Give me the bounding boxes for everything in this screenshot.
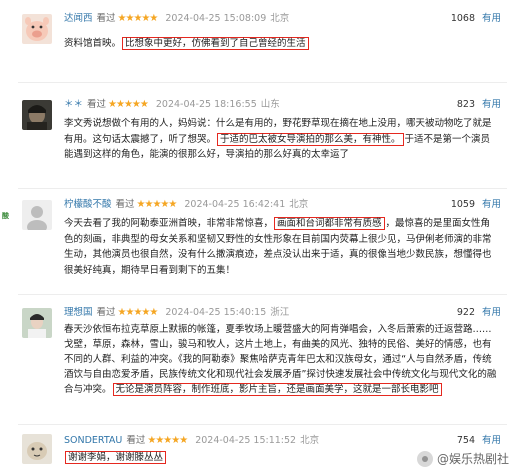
vote-count: 754 bbox=[456, 435, 475, 446]
username-link[interactable]: 达闻西 bbox=[64, 13, 93, 24]
star-rating: ★★★★★ bbox=[147, 435, 188, 446]
username-link[interactable]: 柠檬酸不酸 bbox=[64, 199, 112, 210]
review-item: 达闻西 看过 ★★★★★ 2024-04-25 15:08:09 北京 1068 有用 … bbox=[0, 10, 517, 70]
review-location: 北京 bbox=[300, 435, 320, 446]
avatar[interactable] bbox=[22, 434, 52, 464]
review-location: 北京 bbox=[289, 199, 309, 210]
useful-button[interactable]: 有用 bbox=[482, 98, 501, 112]
review-date: 2024-04-25 18:16:55 bbox=[155, 99, 257, 110]
review-meta: 理想国 看过 ★★★★★ 2024-04-25 15:40:15 浙江 bbox=[64, 306, 289, 320]
review-meta: ＊＊ 看过 ★★★★★ 2024-04-25 18:16:55 山东 bbox=[64, 98, 280, 112]
star-rating: ★★★★★ bbox=[117, 13, 159, 24]
review-date: 2024-04-25 16:42:41 bbox=[184, 199, 286, 210]
vote-count: 823 bbox=[456, 99, 475, 110]
review-item: ＊＊ 看过 ★★★★★ 2024-04-25 18:16:55 山东 823 有用 李文… bbox=[0, 96, 517, 188]
avatar[interactable] bbox=[22, 308, 52, 338]
review-item: 柠檬酸不酸 看过 ★★★★★ 2024-04-25 16:42:41 北京 1059 有… bbox=[0, 196, 517, 292]
divider bbox=[18, 424, 507, 425]
useful-button[interactable]: 有用 bbox=[482, 306, 501, 320]
highlighted-quote: 比想象中更好，仿佛看到了自己曾经的生活 bbox=[122, 37, 309, 50]
watermark: @娱乐热剧社 bbox=[416, 450, 509, 467]
highlighted-quote: 画面和台词都非常有质感 bbox=[274, 217, 385, 230]
star-rating: ★★★★★ bbox=[108, 99, 149, 110]
username-link[interactable]: SONDERTAU bbox=[64, 435, 122, 446]
star-rating: ★★★★★ bbox=[117, 307, 159, 318]
review-date: 2024-04-25 15:40:15 bbox=[165, 307, 267, 318]
review-location: 北京 bbox=[270, 13, 290, 24]
useful-button[interactable]: 有用 bbox=[482, 12, 501, 26]
vote-count: 1059 bbox=[450, 199, 475, 210]
username-link[interactable]: ＊＊ bbox=[64, 99, 83, 110]
divider bbox=[18, 294, 507, 295]
watched-label: 看过 bbox=[126, 435, 146, 446]
watermark-logo-icon bbox=[416, 450, 433, 467]
avatar[interactable] bbox=[22, 200, 52, 230]
username-link[interactable]: 理想国 bbox=[64, 307, 93, 318]
review-text: 李文秀说想做个有用的人，妈妈说：什么是有用的，野花野草现在摘在地上没用，哪天被动… bbox=[64, 116, 498, 163]
review-date: 2024-04-25 15:11:52 bbox=[195, 435, 297, 446]
watched-label: 看过 bbox=[96, 307, 116, 318]
watched-label: 看过 bbox=[115, 199, 135, 210]
review-meta: 柠檬酸不酸 看过 ★★★★★ 2024-04-25 16:42:41 北京 bbox=[64, 198, 308, 212]
side-label: 酸 bbox=[2, 212, 9, 220]
divider bbox=[18, 188, 507, 189]
avatar[interactable] bbox=[22, 14, 52, 44]
review-text-before: 资料馆首映。 bbox=[64, 38, 122, 49]
highlighted-quote: 谢谢李娟，谢谢滕丛丛 bbox=[65, 451, 167, 464]
review-text: 资料馆首映。 比想象中更好，仿佛看到了自己曾经的生活 bbox=[64, 36, 498, 52]
watched-label: 看过 bbox=[96, 13, 116, 24]
highlighted-quote: 于适的巴太被女导演拍的那么美，有神性。 bbox=[217, 132, 404, 146]
highlighted-quote: 无论是演员阵容，制作班底，影片主旨，还是画面美学，这就是一部长电影吧 bbox=[112, 383, 442, 396]
review-text: 春天沙依恒布拉克草原上默振的帐篷，夏季牧场上暖营盛大的阿肯弹唱会，入冬后萧索的迁… bbox=[64, 322, 498, 397]
useful-button[interactable]: 有用 bbox=[482, 434, 501, 448]
review-meta: SONDERTAU 看过 ★★★★★ 2024-04-25 15:11:52 北京 bbox=[64, 434, 319, 448]
review-item: 理想国 看过 ★★★★★ 2024-04-25 15:40:15 浙江 922 有用 春… bbox=[0, 304, 517, 412]
divider bbox=[18, 82, 507, 83]
avatar[interactable] bbox=[22, 100, 52, 130]
review-location: 山东 bbox=[260, 99, 280, 110]
review-location: 浙江 bbox=[270, 307, 290, 318]
star-rating: ★★★★★ bbox=[136, 199, 178, 210]
review-meta: 达闻西 看过 ★★★★★ 2024-04-25 15:08:09 北京 bbox=[64, 12, 289, 26]
watermark-text: @娱乐热剧社 bbox=[436, 452, 509, 466]
review-date: 2024-04-25 15:08:09 bbox=[165, 13, 267, 24]
review-text-before: 今天去看了我的阿勒泰亚洲首映，非常非常惊喜， bbox=[64, 218, 274, 229]
vote-count: 922 bbox=[456, 307, 475, 318]
vote-count: 1068 bbox=[450, 13, 475, 24]
useful-button[interactable]: 有用 bbox=[482, 198, 501, 212]
review-text: 今天去看了我的阿勒泰亚洲首映，非常非常惊喜， 画面和台词都非常有质感 ，最惊喜的是里… bbox=[64, 216, 498, 278]
watched-label: 看过 bbox=[87, 99, 107, 110]
